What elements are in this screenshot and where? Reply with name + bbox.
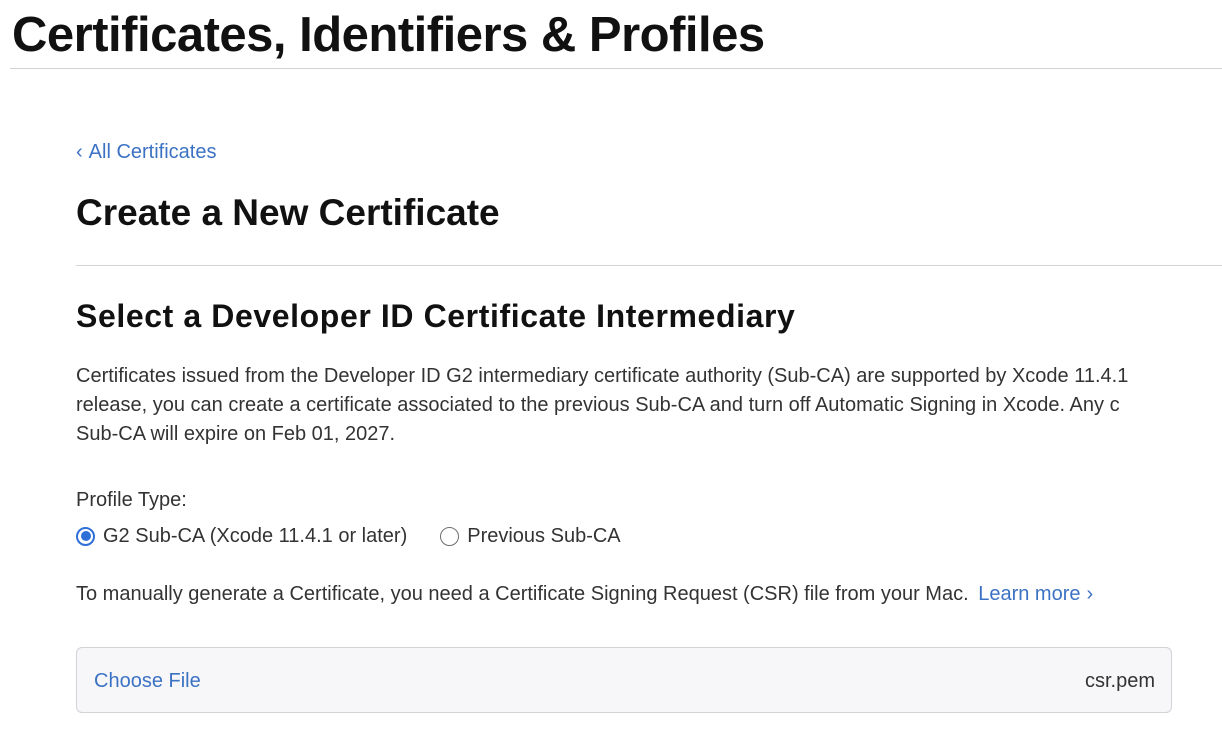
- chevron-right-icon: ›: [1086, 583, 1094, 605]
- radio-label-previous-sub-ca: Previous Sub-CA: [467, 525, 621, 547]
- description-line: release, you can create a certificate as…: [76, 394, 1120, 416]
- divider: [76, 265, 1222, 266]
- radio-checked-icon[interactable]: [76, 526, 95, 546]
- description-line: Sub-CA will expire on Feb 01, 2027.: [76, 423, 396, 445]
- radio-label-g2-sub-ca: G2 Sub-CA (Xcode 11.4.1 or later): [103, 525, 408, 547]
- csr-instructions: To manually generate a Certificate, you …: [76, 581, 1093, 607]
- selected-file-name: csr.pem: [1084, 670, 1155, 692]
- chevron-left-icon: ‹: [76, 141, 83, 163]
- learn-more-label: Learn more: [978, 583, 1081, 605]
- choose-file-button[interactable]: Choose File: [94, 668, 201, 694]
- back-link-label: All Certificates: [88, 141, 217, 163]
- main-content: ‹ All Certificates Create a New Certifica…: [76, 0, 1222, 732]
- page-title: Create a New Certificate: [76, 192, 500, 233]
- section-title: Select a Developer ID Certificate Interm…: [76, 298, 796, 334]
- section-description: Certificates issued from the Developer I…: [76, 362, 1222, 449]
- description-line: Certificates issued from the Developer I…: [76, 365, 1129, 387]
- learn-more-link[interactable]: Learn more ›: [978, 583, 1093, 605]
- file-upload-box[interactable]: Choose File csr.pem: [76, 647, 1172, 713]
- page: Certificates, Identifiers & Profiles ‹ Al…: [0, 0, 1222, 732]
- radio-option-previous-sub-ca[interactable]: Previous Sub-CA: [440, 523, 621, 549]
- radio-unchecked-icon[interactable]: [440, 526, 460, 546]
- profile-type-label: Profile Type:: [76, 489, 187, 511]
- back-link-all-certificates[interactable]: ‹ All Certificates: [76, 139, 216, 165]
- radio-option-g2-sub-ca[interactable]: G2 Sub-CA (Xcode 11.4.1 or later): [76, 523, 407, 549]
- profile-type-radio-group: G2 Sub-CA (Xcode 11.4.1 or later) Previo…: [76, 522, 621, 550]
- csr-instructions-text: To manually generate a Certificate, you …: [76, 583, 969, 605]
